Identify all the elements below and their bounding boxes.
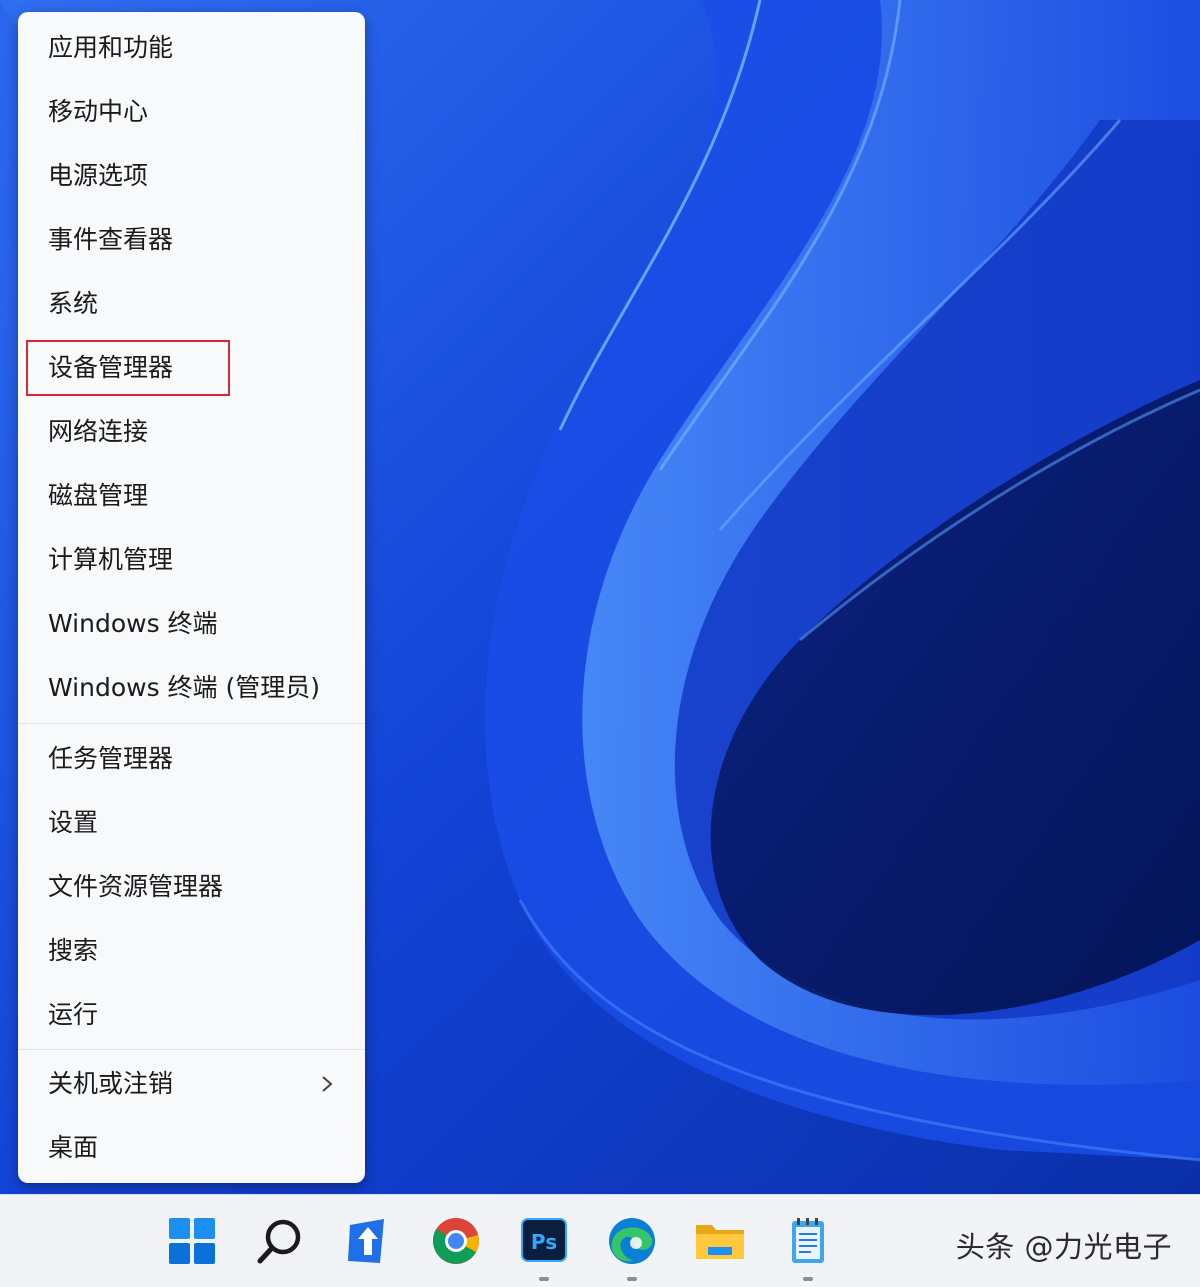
search-icon[interactable]	[252, 1213, 308, 1269]
running-indicator	[627, 1277, 637, 1281]
photoshop-label: Ps	[531, 1230, 557, 1254]
menu-item-device-manager-label: 设备管理器	[48, 353, 174, 382]
menu-item-mobility-center[interactable]: 移动中心	[18, 80, 365, 144]
menu-item-disk-management[interactable]: 磁盘管理	[18, 464, 365, 528]
menu-item-power-options[interactable]: 电源选项	[18, 144, 365, 208]
winx-context-menu: 应用和功能 移动中心 电源选项 事件查看器 系统 设备管理器 网络连接 磁盘管理…	[18, 12, 365, 1183]
photoshop-icon[interactable]: Ps	[516, 1213, 572, 1269]
menu-item-file-explorer[interactable]: 文件资源管理器	[18, 855, 365, 919]
menu-item-device-manager[interactable]: 设备管理器	[18, 336, 365, 400]
menu-divider	[18, 723, 365, 724]
menu-item-network-connections[interactable]: 网络连接	[18, 400, 365, 464]
running-indicator	[803, 1277, 813, 1281]
menu-divider	[18, 1049, 365, 1050]
menu-item-computer-management[interactable]: 计算机管理	[18, 528, 365, 592]
menu-item-shutdown-label: 关机或注销	[48, 1069, 174, 1098]
running-indicator	[539, 1277, 549, 1281]
chevron-right-icon	[321, 1052, 335, 1116]
edge-icon[interactable]	[604, 1213, 660, 1269]
watermark-text: 头条 @力光电子	[955, 1230, 1172, 1264]
menu-item-run[interactable]: 运行	[18, 983, 365, 1047]
menu-item-system[interactable]: 系统	[18, 272, 365, 336]
arrow-app-icon[interactable]	[340, 1213, 396, 1269]
windows-start-icon[interactable]	[164, 1213, 220, 1269]
menu-item-settings[interactable]: 设置	[18, 791, 365, 855]
notepad-icon[interactable]	[780, 1213, 836, 1269]
menu-item-search[interactable]: 搜索	[18, 919, 365, 983]
menu-item-windows-terminal[interactable]: Windows 终端	[18, 592, 365, 656]
menu-item-event-viewer[interactable]: 事件查看器	[18, 208, 365, 272]
menu-item-desktop[interactable]: 桌面	[18, 1116, 365, 1180]
menu-item-shutdown-signout[interactable]: 关机或注销	[18, 1052, 365, 1116]
file-explorer-icon[interactable]	[692, 1213, 748, 1269]
chrome-icon[interactable]	[428, 1213, 484, 1269]
menu-item-task-manager[interactable]: 任务管理器	[18, 727, 365, 791]
menu-item-apps-features[interactable]: 应用和功能	[18, 16, 365, 80]
menu-item-windows-terminal-admin[interactable]: Windows 终端 (管理员)	[18, 656, 365, 720]
